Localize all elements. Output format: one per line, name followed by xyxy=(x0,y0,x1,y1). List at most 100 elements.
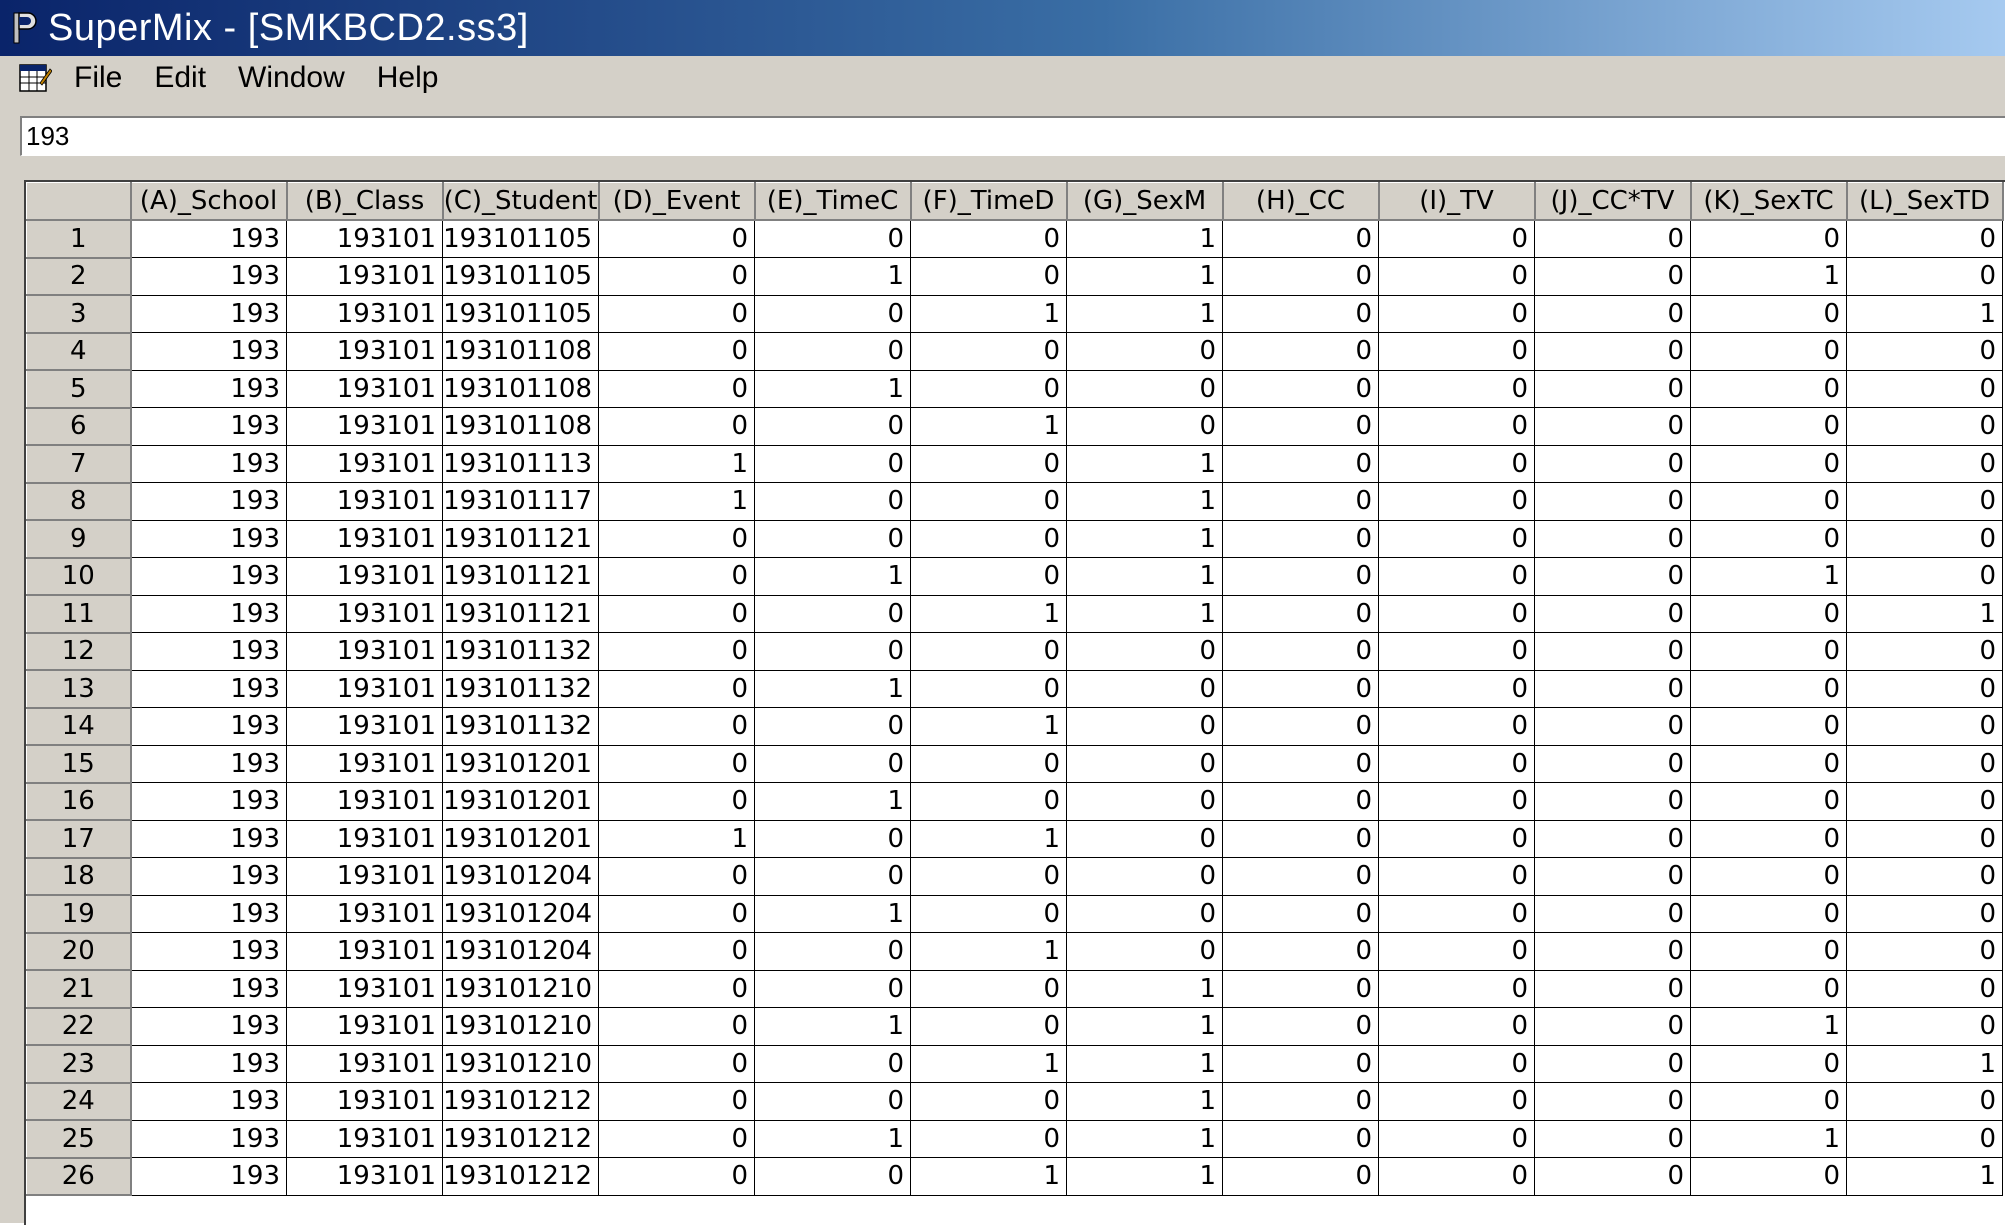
grid-cell[interactable]: 0 xyxy=(1222,745,1379,783)
grid-cell[interactable]: 0 xyxy=(598,970,755,1008)
grid-cell[interactable]: 0 xyxy=(910,1082,1067,1121)
grid-cell[interactable]: 0 xyxy=(1222,257,1379,296)
grid-cell[interactable]: 193 xyxy=(130,1157,287,1196)
grid-cell[interactable]: 0 xyxy=(1846,332,2003,371)
row-header[interactable]: 15 xyxy=(26,744,132,784)
grid-cell[interactable]: 0 xyxy=(1534,970,1691,1008)
grid-cell[interactable]: 0 xyxy=(1690,820,1847,858)
row-header[interactable]: 19 xyxy=(26,894,132,934)
grid-cell[interactable]: 193101 xyxy=(286,595,443,633)
row-header[interactable]: 20 xyxy=(26,932,132,971)
grid-cell[interactable]: 1 xyxy=(754,782,911,821)
column-header[interactable]: (B)_Class xyxy=(286,182,444,221)
grid-cell[interactable]: 0 xyxy=(1378,857,1535,896)
row-header[interactable]: 4 xyxy=(26,332,132,371)
menu-window[interactable]: Window xyxy=(238,61,345,95)
grid-cell[interactable]: 0 xyxy=(910,745,1067,783)
grid-cell[interactable]: 0 xyxy=(754,295,911,333)
grid-cell[interactable]: 0 xyxy=(1066,407,1223,446)
grid-cell[interactable]: 0 xyxy=(1222,370,1379,408)
column-header[interactable]: (E)_TimeC xyxy=(754,182,912,221)
grid-cell[interactable]: 0 xyxy=(1846,932,2003,971)
grid-cell[interactable]: 0 xyxy=(1690,482,1847,521)
grid-cell[interactable]: 0 xyxy=(754,932,911,971)
grid-cell[interactable]: 0 xyxy=(1066,745,1223,783)
row-header[interactable]: 8 xyxy=(26,482,132,521)
grid-cell[interactable]: 0 xyxy=(598,520,755,558)
grid-cell[interactable]: 193101 xyxy=(286,1120,443,1158)
grid-cell[interactable]: 193 xyxy=(130,595,287,633)
grid-cell[interactable]: 1 xyxy=(1066,257,1223,296)
grid-cell[interactable]: 193 xyxy=(130,407,287,446)
row-header[interactable]: 23 xyxy=(26,1044,132,1084)
grid-cell[interactable]: 0 xyxy=(598,707,755,746)
grid-cell[interactable]: 1 xyxy=(754,670,911,708)
grid-cell[interactable]: 193101212 xyxy=(442,1157,599,1196)
grid-cell[interactable]: 0 xyxy=(598,595,755,633)
grid-cell[interactable]: 0 xyxy=(1846,220,2003,258)
column-header[interactable]: (L)_SexTD xyxy=(1846,182,2004,221)
grid-cell[interactable]: 0 xyxy=(1690,670,1847,708)
grid-cell[interactable]: 193101204 xyxy=(442,895,599,933)
grid-cell[interactable]: 0 xyxy=(1378,407,1535,446)
grid-cell[interactable]: 193 xyxy=(130,482,287,521)
grid-cell[interactable]: 0 xyxy=(1066,782,1223,821)
column-header[interactable]: (I)_TV xyxy=(1378,182,1536,221)
grid-cell[interactable]: 0 xyxy=(910,220,1067,258)
grid-cell[interactable]: 0 xyxy=(1846,482,2003,521)
grid-cell[interactable]: 0 xyxy=(1222,1120,1379,1158)
grid-cell[interactable]: 0 xyxy=(598,370,755,408)
grid-cell[interactable]: 1 xyxy=(1846,295,2003,333)
grid-cell[interactable]: 0 xyxy=(1690,445,1847,483)
grid-cell[interactable]: 193101210 xyxy=(442,970,599,1008)
grid-cell[interactable]: 0 xyxy=(598,932,755,971)
grid-cell[interactable]: 0 xyxy=(1378,895,1535,933)
grid-cell[interactable]: 0 xyxy=(1690,220,1847,258)
grid-cell[interactable]: 193 xyxy=(130,895,287,933)
grid-cell[interactable]: 0 xyxy=(1846,745,2003,783)
grid-cell[interactable]: 0 xyxy=(1378,1082,1535,1121)
column-header[interactable]: (J)_CC*TV xyxy=(1534,182,1692,221)
grid-cell[interactable]: 0 xyxy=(598,407,755,446)
row-header[interactable]: 6 xyxy=(26,407,132,446)
grid-cell[interactable]: 193101 xyxy=(286,707,443,746)
grid-cell[interactable]: 1 xyxy=(1690,1007,1847,1046)
column-header[interactable]: (G)_SexM xyxy=(1066,182,1224,221)
grid-cell[interactable]: 0 xyxy=(1378,1120,1535,1158)
column-header[interactable]: (H)_CC xyxy=(1222,182,1380,221)
grid-cell[interactable]: 193101108 xyxy=(442,370,599,408)
grid-cell[interactable]: 1 xyxy=(1066,970,1223,1008)
grid-cell[interactable]: 0 xyxy=(1534,670,1691,708)
grid-cell[interactable]: 0 xyxy=(1222,445,1379,483)
grid-cell[interactable]: 0 xyxy=(910,1120,1067,1158)
grid-cell[interactable]: 0 xyxy=(1690,632,1847,671)
grid-cell[interactable]: 1 xyxy=(1690,1120,1847,1158)
grid-cell[interactable]: 0 xyxy=(1690,1157,1847,1196)
row-header[interactable]: 17 xyxy=(26,819,132,859)
grid-cell[interactable]: 193101 xyxy=(286,670,443,708)
row-header[interactable]: 10 xyxy=(26,557,132,596)
row-header[interactable]: 1 xyxy=(26,219,132,259)
grid-cell[interactable]: 193101 xyxy=(286,1082,443,1121)
grid-cell[interactable]: 0 xyxy=(1534,370,1691,408)
grid-cell[interactable]: 0 xyxy=(754,520,911,558)
grid-cell[interactable]: 0 xyxy=(1222,1045,1379,1083)
grid-cell[interactable]: 1 xyxy=(1066,595,1223,633)
grid-cell[interactable]: 0 xyxy=(754,1045,911,1083)
row-header[interactable]: 14 xyxy=(26,707,132,746)
grid-cell[interactable]: 0 xyxy=(1534,745,1691,783)
grid-cell[interactable]: 0 xyxy=(1378,595,1535,633)
column-header[interactable]: (C)_Student xyxy=(442,182,600,221)
grid-cell[interactable]: 193101 xyxy=(286,257,443,296)
grid-cell[interactable]: 0 xyxy=(1690,407,1847,446)
grid-cell[interactable]: 0 xyxy=(754,745,911,783)
grid-cell[interactable]: 193101132 xyxy=(442,632,599,671)
grid-cell[interactable]: 193 xyxy=(130,707,287,746)
grid-cell[interactable]: 193101 xyxy=(286,820,443,858)
grid-cell[interactable]: 1 xyxy=(1066,1082,1223,1121)
grid-cell[interactable]: 1 xyxy=(754,1007,911,1046)
grid-cell[interactable]: 0 xyxy=(1378,557,1535,596)
grid-cell[interactable]: 0 xyxy=(754,1157,911,1196)
grid-cell[interactable]: 0 xyxy=(1690,332,1847,371)
grid-cell[interactable]: 0 xyxy=(754,595,911,633)
